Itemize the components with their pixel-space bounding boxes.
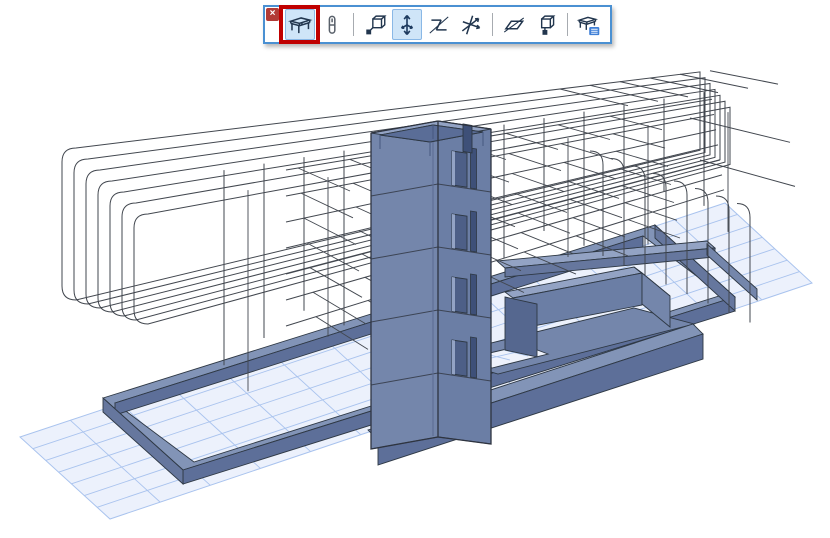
separator — [492, 13, 493, 36]
skew-parallelogram-icon[interactable] — [499, 9, 529, 40]
stretch-icon[interactable] — [424, 9, 454, 40]
separator — [353, 13, 354, 36]
close-icon[interactable]: × — [266, 8, 279, 21]
table-element-icon[interactable] — [285, 9, 315, 40]
rotate-axes-icon[interactable] — [456, 9, 486, 40]
table-settings-icon[interactable] — [574, 9, 604, 40]
3d-model-viewport[interactable] — [0, 0, 830, 538]
core-tower[interactable] — [371, 121, 491, 449]
elevate-arrows-icon[interactable] — [392, 9, 422, 40]
edit-options-palette[interactable]: × — [263, 5, 612, 44]
capsule-icon[interactable] — [317, 9, 347, 40]
cube-handle-2-icon[interactable] — [531, 9, 561, 40]
application-window: × — [0, 0, 830, 538]
cube-handle-icon[interactable] — [360, 9, 390, 40]
separator — [567, 13, 568, 36]
